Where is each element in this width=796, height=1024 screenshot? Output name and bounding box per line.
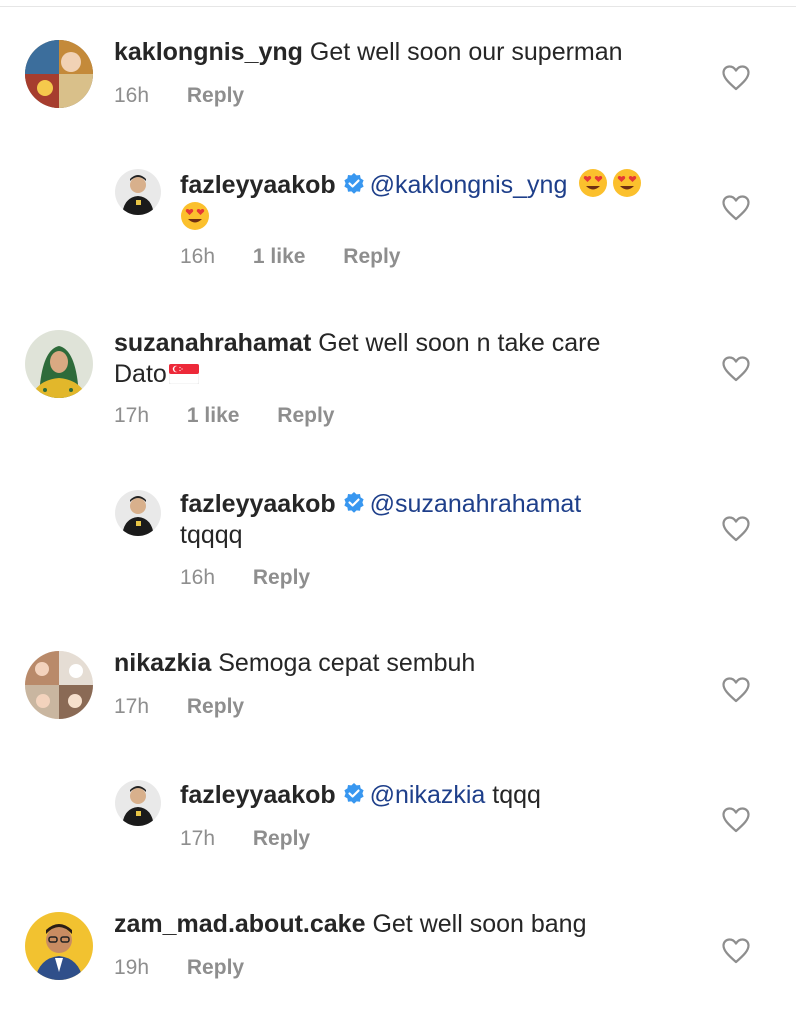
comment-body: Get well soon n take care: [318, 329, 601, 357]
comment-text: fazleyyaakob @nikazkia tqqq: [180, 780, 690, 811]
reply-button[interactable]: Reply: [343, 245, 400, 269]
comment-text: fazleyyaakob @kaklongnis_yng: [180, 168, 690, 234]
top-divider: [0, 6, 796, 7]
comment-meta: 16h Reply: [114, 84, 276, 108]
comment-meta: 17h Reply: [180, 827, 342, 851]
heart-outline-icon[interactable]: [722, 356, 750, 382]
comment-username[interactable]: suzanahrahamat: [114, 329, 311, 357]
comment-time: 16h: [180, 245, 216, 268]
comment-time: 16h: [180, 566, 216, 589]
avatar[interactable]: [25, 40, 93, 108]
comment-time: 16h: [114, 84, 150, 107]
heart-outline-icon[interactable]: [722, 677, 750, 703]
heart-outline-icon[interactable]: [722, 195, 750, 221]
comment-meta: 17h Reply: [114, 695, 276, 719]
avatar[interactable]: [25, 330, 93, 398]
comment-text: suzanahrahamat Get well soon n take care…: [114, 328, 704, 390]
comment-body: Semoga cepat sembuh: [218, 649, 476, 677]
reply-button[interactable]: Reply: [253, 566, 310, 590]
comment-username[interactable]: nikazkia: [114, 649, 211, 677]
reply-button[interactable]: Reply: [277, 404, 334, 428]
comment-username[interactable]: fazleyyaakob: [180, 490, 336, 518]
singapore-flag-emoji: [168, 364, 199, 384]
avatar[interactable]: [115, 780, 161, 826]
comment-username[interactable]: fazleyyaakob: [180, 781, 336, 809]
comment-time: 17h: [114, 404, 150, 427]
heart-outline-icon[interactable]: [722, 65, 750, 91]
heart-outline-icon[interactable]: [722, 938, 750, 964]
comment-text: kaklongnis_yng Get well soon our superma…: [114, 37, 704, 68]
comment-meta: 19h Reply: [114, 956, 276, 980]
heart-outline-icon[interactable]: [722, 807, 750, 833]
comment-body: tqqq: [492, 781, 541, 809]
mention-link[interactable]: @suzanahrahamat: [370, 490, 582, 518]
comment-time: 17h: [114, 695, 150, 718]
comment-text: fazleyyaakob @suzanahrahamat tqqqq: [180, 489, 690, 551]
reply-button[interactable]: Reply: [187, 84, 244, 108]
comment-username[interactable]: kaklongnis_yng: [114, 38, 303, 66]
avatar[interactable]: [25, 651, 93, 719]
reply-button[interactable]: Reply: [187, 956, 244, 980]
comment-text: nikazkia Semoga cepat sembuh: [114, 648, 704, 679]
heart-eyes-emoji: [613, 169, 642, 197]
avatar[interactable]: [25, 912, 93, 980]
verified-badge-icon: [344, 173, 364, 194]
comment-username[interactable]: zam_mad.about.cake: [114, 910, 366, 938]
comment-text: zam_mad.about.cake Get well soon bang: [114, 909, 704, 940]
comment-body-cont: Dato: [114, 360, 167, 388]
heart-eyes-emoji: [181, 202, 209, 230]
mention-link[interactable]: @nikazkia: [370, 781, 486, 809]
mention-link[interactable]: @kaklongnis_yng: [370, 171, 568, 199]
avatar[interactable]: [115, 490, 161, 536]
comment-username[interactable]: fazleyyaakob: [180, 171, 336, 199]
comment-meta: 16h 1 like Reply: [180, 245, 432, 269]
comment-meta: 17h 1 like Reply: [114, 404, 366, 428]
comment-body: Get well soon bang: [372, 910, 587, 938]
reply-button[interactable]: Reply: [187, 695, 244, 719]
verified-badge-icon: [344, 783, 364, 804]
comment-body: tqqqq: [180, 521, 243, 549]
heart-eyes-emoji: [579, 169, 608, 197]
comment-body: Get well soon our superman: [309, 38, 623, 66]
verified-badge-icon: [344, 492, 364, 513]
avatar[interactable]: [115, 169, 161, 215]
like-count[interactable]: 1 like: [187, 404, 240, 428]
reply-button[interactable]: Reply: [253, 827, 310, 851]
heart-outline-icon[interactable]: [722, 516, 750, 542]
comment-time: 19h: [114, 956, 150, 979]
comment-meta: 16h Reply: [180, 566, 342, 590]
like-count[interactable]: 1 like: [253, 245, 306, 269]
comment-time: 17h: [180, 827, 216, 850]
